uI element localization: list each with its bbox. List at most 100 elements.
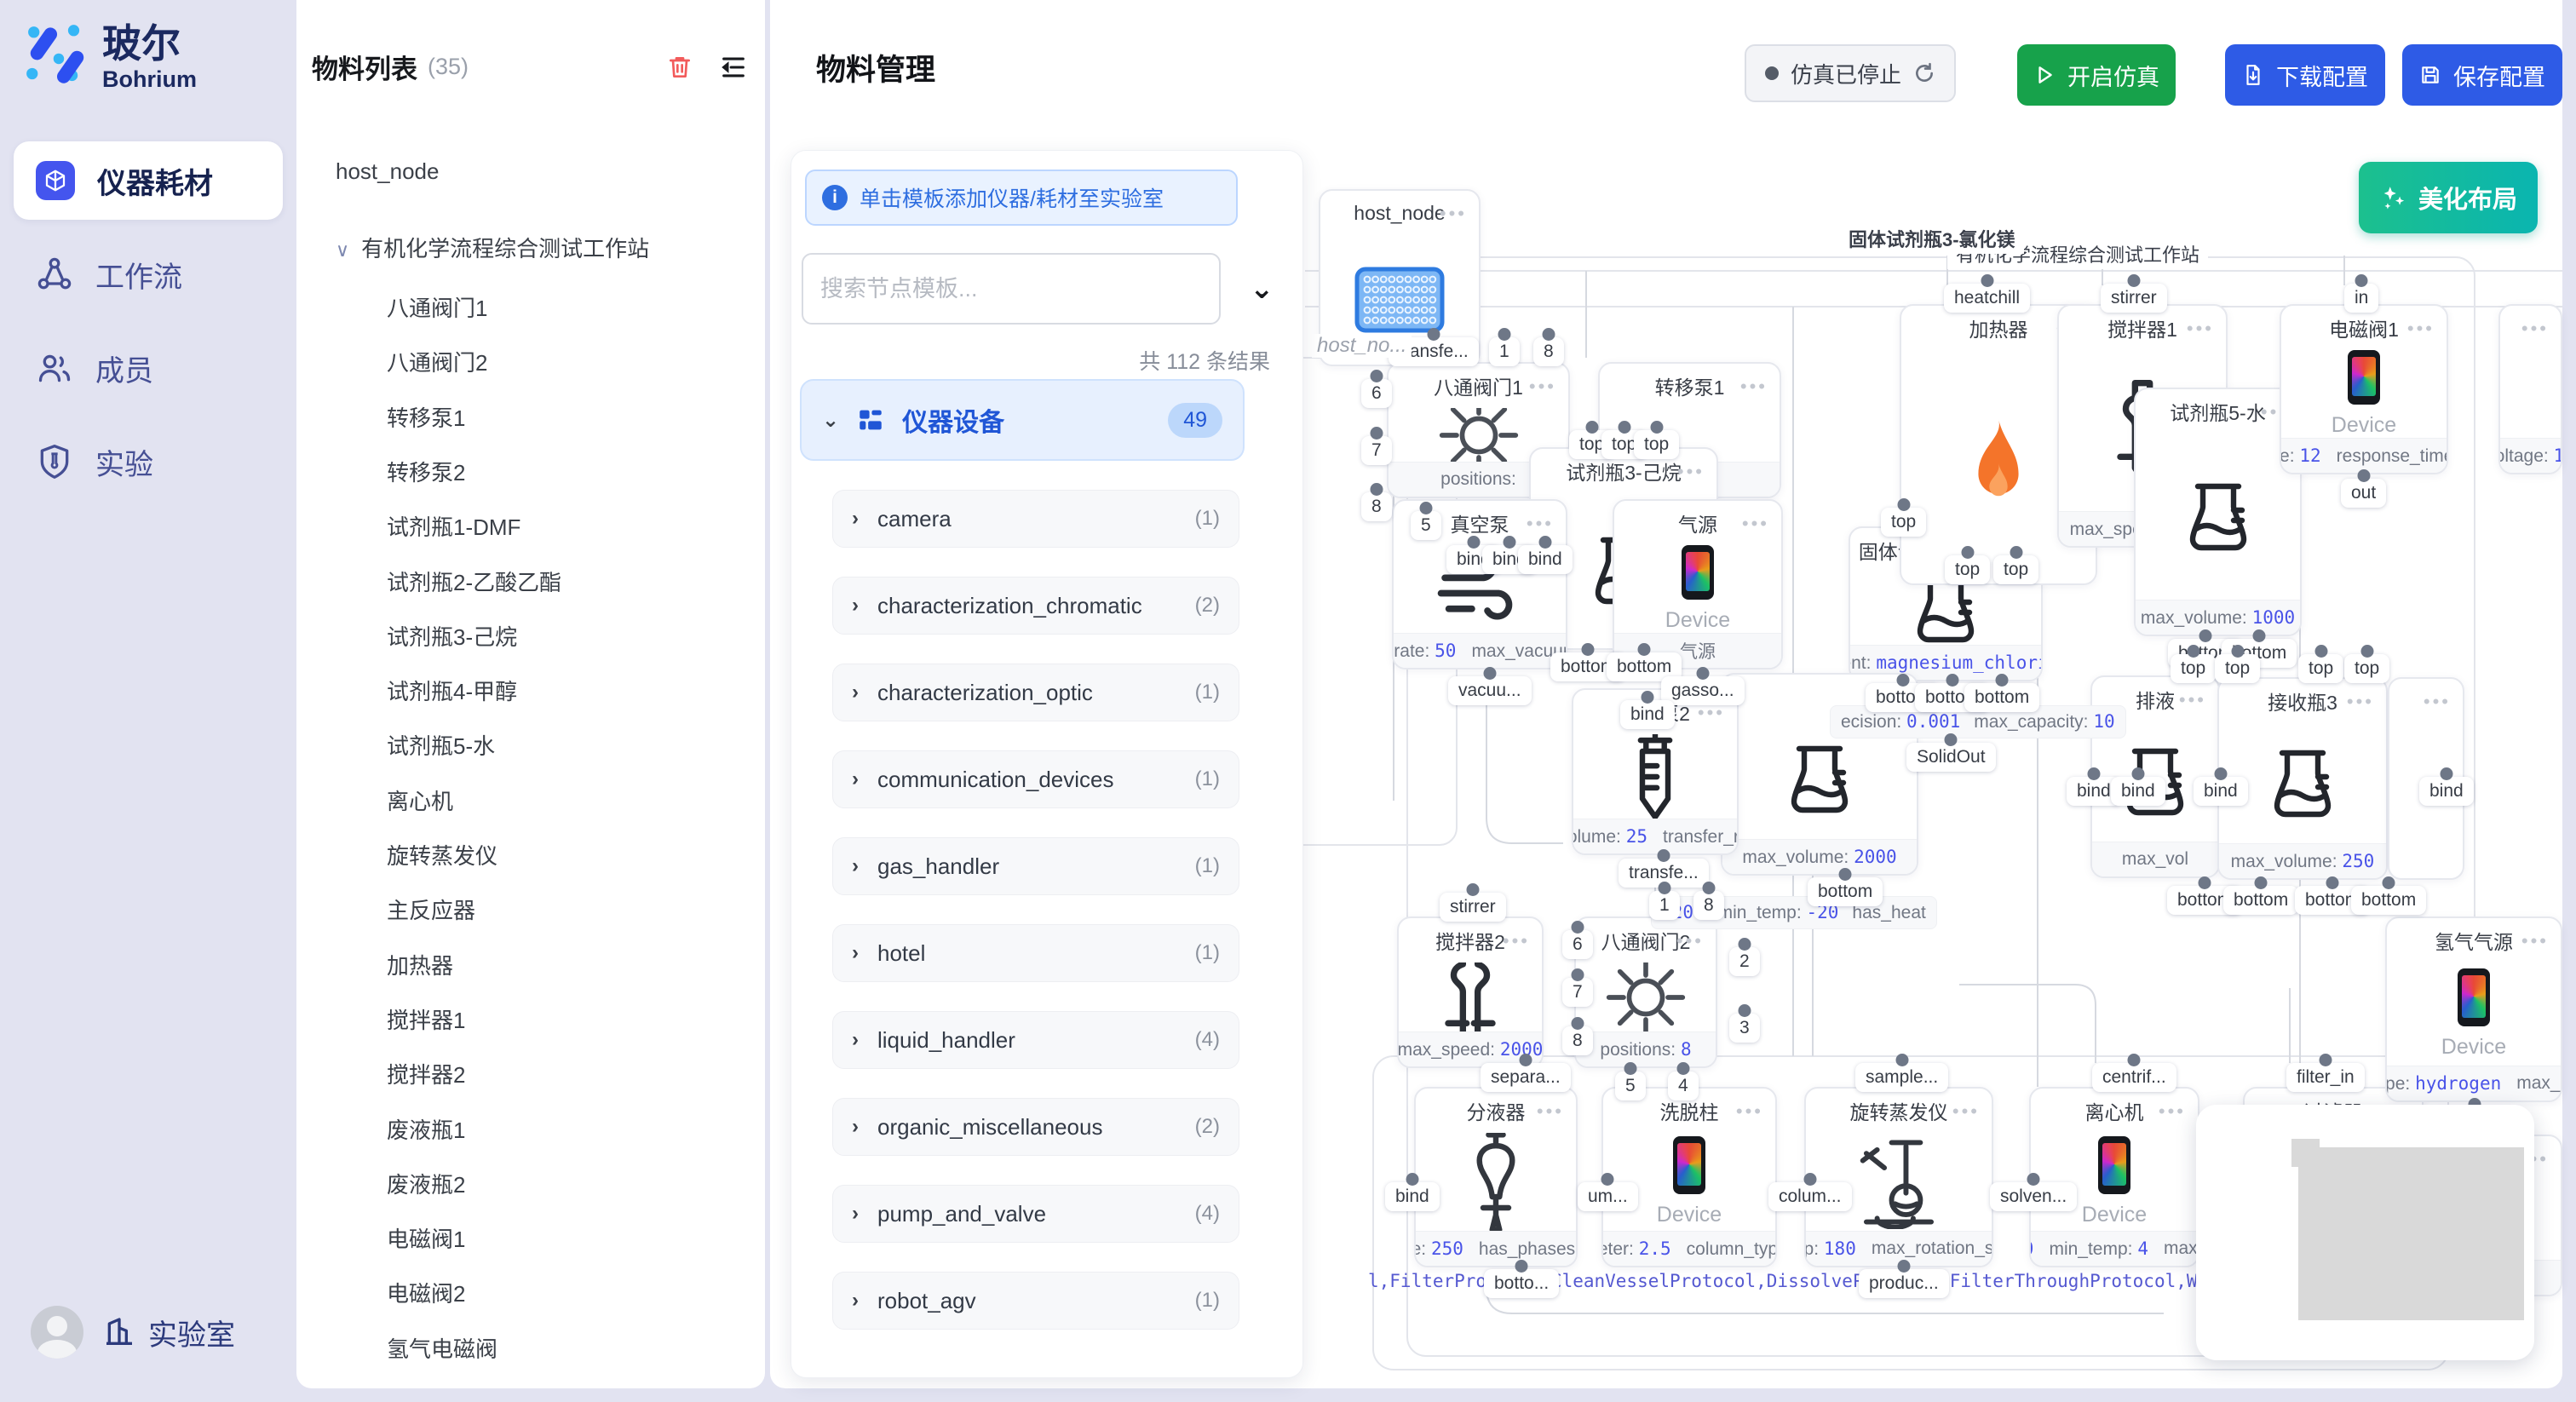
- chevron-right-icon: ›: [852, 1289, 859, 1313]
- tree-item-搅拌器1[interactable]: 搅拌器1: [387, 1003, 465, 1035]
- chevron-right-icon: ›: [852, 941, 859, 965]
- chevron-right-icon: ›: [852, 1115, 859, 1139]
- tree-item-废液瓶2[interactable]: 废液瓶2: [387, 1168, 465, 1199]
- tree-item-label: 氢气电磁阀: [387, 1336, 497, 1362]
- template-item-count: (1): [1195, 681, 1220, 704]
- tree-item-label: 搅拌器2: [387, 1062, 465, 1088]
- tree-item-离心机[interactable]: 离心机: [387, 784, 453, 816]
- tree-item-label: 离心机: [387, 789, 453, 814]
- bohrium-logo-icon: [24, 22, 90, 92]
- user-avatar[interactable]: [31, 1306, 83, 1359]
- tree-item-label: 主反应器: [387, 898, 475, 923]
- workflow-icon: [36, 256, 73, 293]
- sidebar-item-实验[interactable]: 实验: [14, 422, 283, 501]
- template-item-liquid_handler[interactable]: ›liquid_handler(4): [832, 1011, 1239, 1069]
- tree-item-label: 废液瓶2: [387, 1172, 465, 1198]
- tree-item-label: 试剂瓶5-水: [387, 733, 495, 759]
- tree-item-氢气电磁阀[interactable]: 氢气电磁阀: [387, 1332, 497, 1364]
- tree-item-label: 八通阀门1: [387, 296, 487, 321]
- page-title: 物料管理: [816, 46, 935, 89]
- tree-item-label: 八通阀门2: [387, 350, 487, 376]
- template-item-hotel[interactable]: ›hotel(1): [832, 924, 1239, 982]
- template-item-count: (1): [1195, 941, 1220, 965]
- tree-item-host_node[interactable]: host_node: [336, 158, 439, 185]
- download-config-label: 下载配置: [2276, 59, 2368, 92]
- app-sidebar: 玻尔 Bohrium 仪器耗材工作流成员实验: [0, 0, 296, 1402]
- tree-item-电磁阀1[interactable]: 电磁阀1: [387, 1222, 465, 1254]
- tree-item-试剂瓶3-己烷[interactable]: 试剂瓶3-己烷: [387, 620, 517, 652]
- chevron-right-icon: ›: [852, 854, 859, 878]
- tree-item-旋转蒸发仪[interactable]: 旋转蒸发仪: [387, 839, 497, 871]
- tree-item-label: 加热器: [387, 953, 453, 979]
- materials-title: 物料列表: [312, 48, 417, 86]
- simulation-status-pill[interactable]: 仿真已停止: [1745, 44, 1956, 102]
- template-item-communication_devices[interactable]: ›communication_devices(1): [832, 750, 1239, 808]
- template-item-characterization_optic[interactable]: ›characterization_optic(1): [832, 664, 1239, 721]
- sidebar-item-label: 实验: [95, 441, 153, 483]
- tree-item-转移泵1[interactable]: 转移泵1: [387, 401, 465, 433]
- chevron-down-icon[interactable]: ⌄: [1250, 272, 1274, 306]
- template-item-camera[interactable]: ›camera(1): [832, 490, 1239, 548]
- template-item-count: (4): [1195, 1028, 1220, 1052]
- beautify-layout-label: 美化布局: [2418, 180, 2517, 215]
- sidebar-item-label: 成员: [95, 348, 153, 389]
- tree-item-试剂瓶4-甲醇[interactable]: 试剂瓶4-甲醇: [387, 675, 517, 706]
- materials-tree: host_node ∨有机化学流程综合测试工作站八通阀门1 八通阀门2 转移泵1 转移泵…: [312, 136, 755, 1388]
- tree-item-主反应器[interactable]: 主反应器: [387, 893, 475, 925]
- collapse-list-icon[interactable]: [719, 53, 748, 82]
- sidebar-item-laboratory[interactable]: 实验室: [102, 1312, 235, 1353]
- template-item-count: (2): [1195, 594, 1220, 618]
- tree-item-label: 试剂瓶4-甲醇: [387, 679, 517, 704]
- beautify-layout-button[interactable]: 美化布局: [2359, 162, 2538, 233]
- tree-item-label: 旋转蒸发仪: [387, 843, 497, 869]
- tree-item-八通阀门1[interactable]: 八通阀门1: [387, 291, 487, 323]
- category-label: 仪器设备: [902, 401, 1004, 439]
- sidebar-item-成员[interactable]: 成员: [14, 329, 283, 407]
- template-hint-banner: i 单击模板添加仪器/耗材至实验室: [805, 170, 1238, 226]
- chevron-right-icon: ›: [852, 681, 859, 704]
- sidebar-item-仪器耗材[interactable]: 仪器耗材: [14, 141, 283, 220]
- template-item-count: (1): [1195, 767, 1220, 791]
- refresh-icon[interactable]: [1913, 62, 1935, 84]
- template-item-gas_handler[interactable]: ›gas_handler(1): [832, 837, 1239, 895]
- sidebar-item-label: 仪器耗材: [97, 160, 213, 202]
- save-config-button[interactable]: 保存配置: [2402, 44, 2562, 106]
- template-item-count: (2): [1195, 1115, 1220, 1139]
- tree-item-试剂瓶5-水[interactable]: 试剂瓶5-水: [387, 729, 495, 761]
- brand-subtitle: Bohrium: [102, 68, 197, 91]
- sidebar-item-工作流[interactable]: 工作流: [14, 235, 283, 313]
- experiment-icon: [36, 443, 73, 480]
- tree-item-label: 试剂瓶2-乙酸乙酯: [387, 570, 561, 595]
- tree-item-label: 试剂瓶1-DMF: [387, 514, 520, 540]
- template-item-label: communication_devices: [877, 767, 1113, 793]
- members-icon: [36, 349, 73, 387]
- start-simulation-button[interactable]: 开启仿真: [2017, 44, 2176, 106]
- tree-item-废液瓶1[interactable]: 废液瓶1: [387, 1113, 465, 1145]
- template-item-characterization_chromatic[interactable]: ›characterization_chromatic(2): [832, 577, 1239, 635]
- category-instruments[interactable]: ⌄ 仪器设备 49: [800, 379, 1245, 461]
- search-template-input[interactable]: [802, 253, 1221, 325]
- tree-item-搅拌器2[interactable]: 搅拌器2: [387, 1058, 465, 1089]
- result-count: 共 112 条结果: [791, 345, 1270, 376]
- brand-logo[interactable]: 玻尔 Bohrium: [24, 22, 197, 92]
- template-item-pump_and_valve[interactable]: ›pump_and_valve(4): [832, 1185, 1239, 1243]
- template-item-count: (1): [1195, 1289, 1220, 1313]
- tree-item-有机化学流程综合测试工作站[interactable]: ∨有机化学流程综合测试工作站: [336, 232, 649, 263]
- tree-item-试剂瓶1-DMF[interactable]: 试剂瓶1-DMF: [387, 510, 520, 542]
- sidebar-item-label: 工作流: [95, 254, 182, 296]
- download-config-button[interactable]: 下载配置: [2225, 44, 2385, 106]
- template-item-robot_agv[interactable]: ›robot_agv(1): [832, 1272, 1239, 1330]
- download-file-icon: [2242, 64, 2264, 86]
- save-icon: [2419, 64, 2441, 86]
- chevron-down-icon[interactable]: ∨: [336, 239, 349, 261]
- tree-item-label: host_node: [336, 158, 439, 184]
- tree-item-试剂瓶2-乙酸乙酯[interactable]: 试剂瓶2-乙酸乙酯: [387, 566, 561, 597]
- trash-icon[interactable]: [666, 54, 693, 81]
- tree-item-八通阀门2[interactable]: 八通阀门2: [387, 346, 487, 377]
- tree-item-转移泵2[interactable]: 转移泵2: [387, 456, 465, 487]
- tree-item-加热器[interactable]: 加热器: [387, 949, 453, 980]
- tree-item-真空泵[interactable]: 真空泵: [387, 1387, 453, 1388]
- template-item-organic_miscellaneous[interactable]: ›organic_miscellaneous(2): [832, 1098, 1239, 1156]
- tree-item-电磁阀2[interactable]: 电磁阀2: [387, 1277, 465, 1308]
- tree-item-label: 电磁阀2: [387, 1281, 465, 1307]
